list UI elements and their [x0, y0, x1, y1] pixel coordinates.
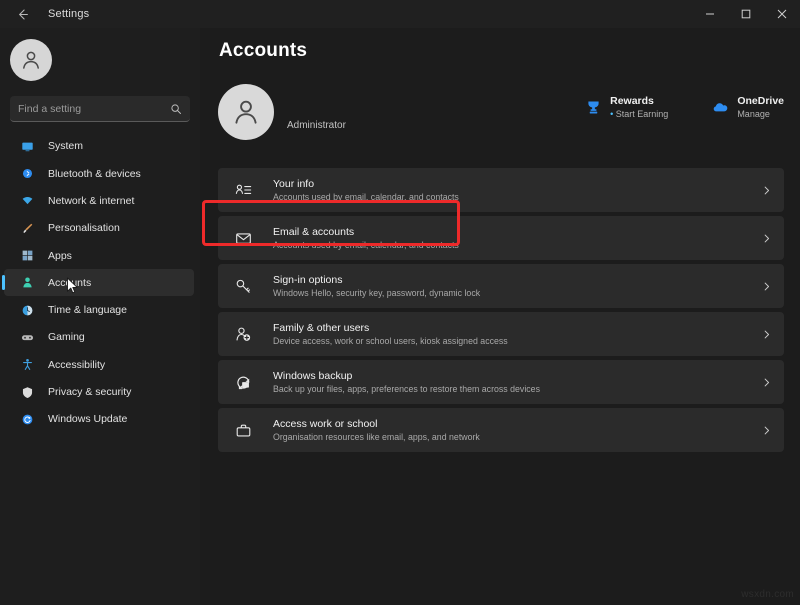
search-input[interactable]: [18, 103, 170, 115]
rewards-subtitle: • Start Earning: [610, 108, 668, 121]
rewards-title: Rewards: [610, 95, 668, 108]
key-icon: [232, 275, 254, 297]
sidebar-item-privacy-security[interactable]: Privacy & security: [4, 379, 194, 406]
sidebar-item-network-internet[interactable]: Network & internet: [4, 188, 194, 215]
chevron-right-icon[interactable]: [761, 281, 772, 292]
back-arrow-icon[interactable]: [6, 0, 38, 28]
onedrive-subtitle: Manage: [737, 108, 784, 121]
clock-icon: [18, 302, 36, 318]
sidebar-item-personalisation[interactable]: Personalisation: [4, 215, 194, 242]
settings-row-your-info[interactable]: Your infoAccounts used by email, calenda…: [218, 168, 784, 212]
sidebar-item-label: Bluetooth & devices: [48, 168, 141, 180]
person-add-icon: [232, 323, 254, 345]
onedrive-title: OneDrive: [737, 95, 784, 108]
sidebar-item-label: Apps: [48, 250, 72, 262]
update-icon: [18, 411, 36, 427]
settings-row-title: Windows backup: [273, 369, 761, 383]
settings-row-subtitle: Windows Hello, security key, password, d…: [273, 287, 761, 300]
settings-row-subtitle: Accounts used by email, calendar, and co…: [273, 239, 761, 252]
rewards-trophy-icon: [583, 97, 603, 117]
settings-row-family-other-users[interactable]: Family & other usersDevice access, work …: [218, 312, 784, 356]
sidebar: System Bluetooth & devices Network & inter…: [0, 28, 200, 605]
bluetooth-icon: [18, 166, 36, 182]
settings-row-subtitle: Accounts used by email, calendar, and co…: [273, 191, 761, 204]
settings-row-subtitle: Device access, work or school users, kio…: [273, 335, 761, 348]
sidebar-item-accessibility[interactable]: Accessibility: [4, 351, 194, 378]
settings-window: Settings: [0, 0, 800, 605]
rewards-link[interactable]: Rewards • Start Earning: [583, 95, 668, 121]
chevron-right-icon[interactable]: [761, 329, 772, 340]
settings-row-title: Family & other users: [273, 321, 761, 335]
rewards-subtitle-text: Start Earning: [616, 109, 669, 119]
sidebar-item-label: System: [48, 140, 83, 152]
briefcase-icon: [232, 419, 254, 441]
shield-icon: [18, 384, 36, 400]
sidebar-item-label: Time & language: [48, 304, 127, 316]
onedrive-cloud-icon: [710, 97, 730, 117]
chevron-right-icon[interactable]: [761, 185, 772, 196]
sidebar-item-label: Accessibility: [48, 359, 105, 371]
sidebar-item-label: Windows Update: [48, 413, 127, 425]
settings-row-sign-in-options[interactable]: Sign-in optionsWindows Hello, security k…: [218, 264, 784, 308]
page-title: Accounts: [219, 40, 307, 62]
title-bar: Settings: [0, 0, 800, 28]
settings-row-title: Email & accounts: [273, 225, 761, 239]
user-avatar-icon[interactable]: [10, 39, 52, 81]
wifi-icon: [18, 193, 36, 209]
settings-row-subtitle: Back up your files, apps, preferences to…: [273, 383, 761, 396]
chevron-right-icon[interactable]: [761, 425, 772, 436]
chevron-right-icon[interactable]: [761, 377, 772, 388]
sidebar-item-gaming[interactable]: Gaming: [4, 324, 194, 351]
sidebar-item-bluetooth-devices[interactable]: Bluetooth & devices: [4, 160, 194, 187]
settings-list: Your infoAccounts used by email, calenda…: [218, 168, 784, 456]
settings-row-email-accounts[interactable]: Email & accountsAccounts used by email, …: [218, 216, 784, 260]
settings-row-title: Sign-in options: [273, 273, 761, 287]
chevron-right-icon[interactable]: [761, 233, 772, 244]
top-right-links: Rewards • Start Earning OneDrive Manage: [583, 95, 784, 121]
minimize-icon[interactable]: [692, 0, 728, 28]
search-icon: [170, 103, 182, 115]
sidebar-item-label: Privacy & security: [48, 386, 131, 398]
onedrive-link[interactable]: OneDrive Manage: [710, 95, 784, 121]
settings-row-subtitle: Organisation resources like email, apps,…: [273, 431, 761, 444]
your-info-icon: [232, 179, 254, 201]
main-content: Accounts Administrator Rewards: [200, 28, 800, 605]
person-icon: [18, 275, 36, 291]
gamepad-icon: [18, 329, 36, 345]
settings-row-windows-backup[interactable]: Windows backupBack up your files, apps, …: [218, 360, 784, 404]
settings-row-access-work-or-school[interactable]: Access work or schoolOrganisation resour…: [218, 408, 784, 452]
close-icon[interactable]: [764, 0, 800, 28]
sidebar-item-label: Network & internet: [48, 195, 134, 207]
settings-row-title: Your info: [273, 177, 761, 191]
sidebar-item-label: Personalisation: [48, 222, 120, 234]
maximize-icon[interactable]: [728, 0, 764, 28]
watermark: wsxdn.com: [741, 589, 794, 600]
sidebar-item-accounts[interactable]: Accounts: [4, 269, 194, 296]
window-title: Settings: [48, 8, 89, 20]
mouse-pointer-icon: [66, 277, 79, 295]
profile-block: Administrator: [218, 84, 346, 140]
accessibility-icon: [18, 357, 36, 373]
settings-row-title: Access work or school: [273, 417, 761, 431]
search-box[interactable]: [10, 96, 190, 122]
sidebar-item-windows-update[interactable]: Windows Update: [4, 406, 194, 433]
envelope-icon: [232, 227, 254, 249]
paintbrush-icon: [18, 220, 36, 236]
apps-grid-icon: [18, 248, 36, 264]
sidebar-item-system[interactable]: System: [4, 133, 194, 160]
status-dot: •: [610, 109, 613, 119]
user-avatar-icon: [218, 84, 274, 140]
backup-sync-icon: [232, 371, 254, 393]
sidebar-item-apps[interactable]: Apps: [4, 242, 194, 269]
profile-name: Administrator: [287, 120, 346, 131]
sidebar-item-time-language[interactable]: Time & language: [4, 297, 194, 324]
window-controls: [692, 0, 800, 28]
monitor-icon: [18, 138, 36, 154]
sidebar-nav: System Bluetooth & devices Network & inter…: [0, 133, 200, 433]
sidebar-item-label: Gaming: [48, 331, 85, 343]
